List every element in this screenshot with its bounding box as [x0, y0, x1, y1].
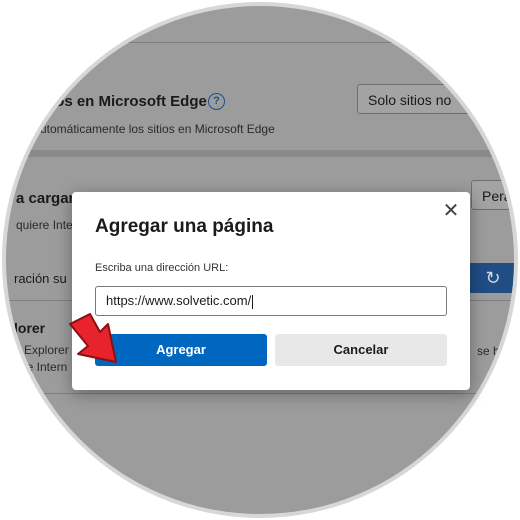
- section-subtitle-reload: quiere Inter: [16, 218, 77, 232]
- help-icon[interactable]: ?: [208, 93, 225, 110]
- reload-button[interactable]: Pera: [471, 180, 514, 210]
- ie-text-right: se ha: [477, 344, 507, 358]
- url-input[interactable]: https://www.solvetic.com/: [95, 286, 447, 316]
- text-caret: [252, 294, 254, 309]
- red-arrow-icon: [69, 313, 117, 363]
- url-label: Escriba una dirección URL:: [95, 262, 229, 274]
- section-title-sites: tios en Microsoft Edge: [46, 93, 207, 110]
- close-icon[interactable]: ✕: [440, 200, 462, 222]
- cancel-button[interactable]: Cancelar: [275, 334, 447, 366]
- sites-dropdown[interactable]: Solo sitios no: [357, 84, 507, 114]
- section-subtitle-sites: utomáticamente los sitios en Microsoft E…: [40, 122, 275, 136]
- dialog-title: Agregar una página: [95, 216, 274, 237]
- ie-text-line2: le Intern: [24, 360, 68, 374]
- section-title-ie: lorer: [14, 320, 46, 336]
- refresh-icon[interactable]: ↻: [466, 263, 514, 293]
- section-title-reload: a cargar: [16, 190, 75, 207]
- config-label: ración su: [14, 271, 67, 286]
- ie-text-line1: Explorer: [24, 343, 69, 357]
- url-input-value: https://www.solvetic.com/: [106, 293, 252, 308]
